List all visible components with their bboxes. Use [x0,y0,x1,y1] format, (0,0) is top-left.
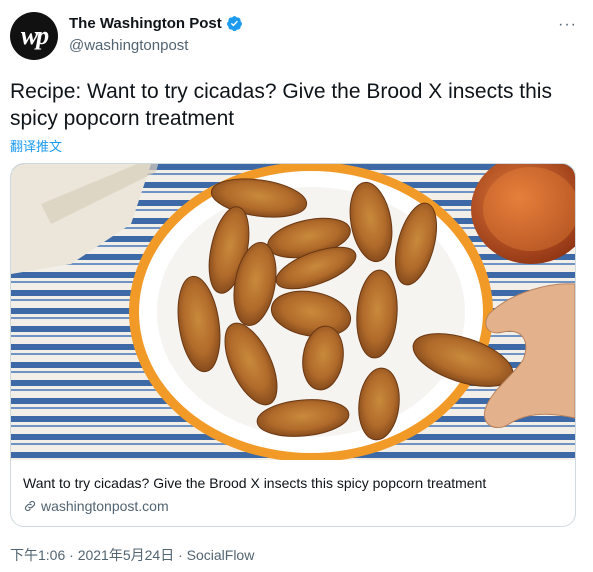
card-image [11,164,575,460]
avatar[interactable]: wp [10,12,58,60]
link-icon [24,500,36,512]
more-options-button[interactable]: ··· [558,16,577,34]
account-handle[interactable]: @washingtonpost [69,37,188,54]
card-title[interactable]: Want to try cicadas? Give the Brood X in… [23,475,563,491]
timestamp[interactable]: 下午1:06 · 2021年5月24日 · [10,547,187,563]
tweet-header: wp The Washington Post @washingtonpost ·… [10,10,583,60]
display-name[interactable]: The Washington Post [69,15,222,32]
verified-badge-icon [226,16,242,32]
translate-tweet-link[interactable]: 翻译推文 [10,136,62,155]
source-label[interactable]: SocialFlow [187,547,255,563]
name-row: The Washington Post [69,15,243,32]
card-domain-text: washingtonpost.com [41,498,169,514]
tweet-text: Recipe: Want to try cicadas? Give the Br… [10,80,552,130]
card-domain[interactable]: washingtonpost.com [23,498,169,514]
link-card[interactable]: Want to try cicadas? Give the Brood X in… [10,163,576,527]
tweet-meta: 下午1:06 · 2021年5月24日 · SocialFlow [10,545,254,565]
